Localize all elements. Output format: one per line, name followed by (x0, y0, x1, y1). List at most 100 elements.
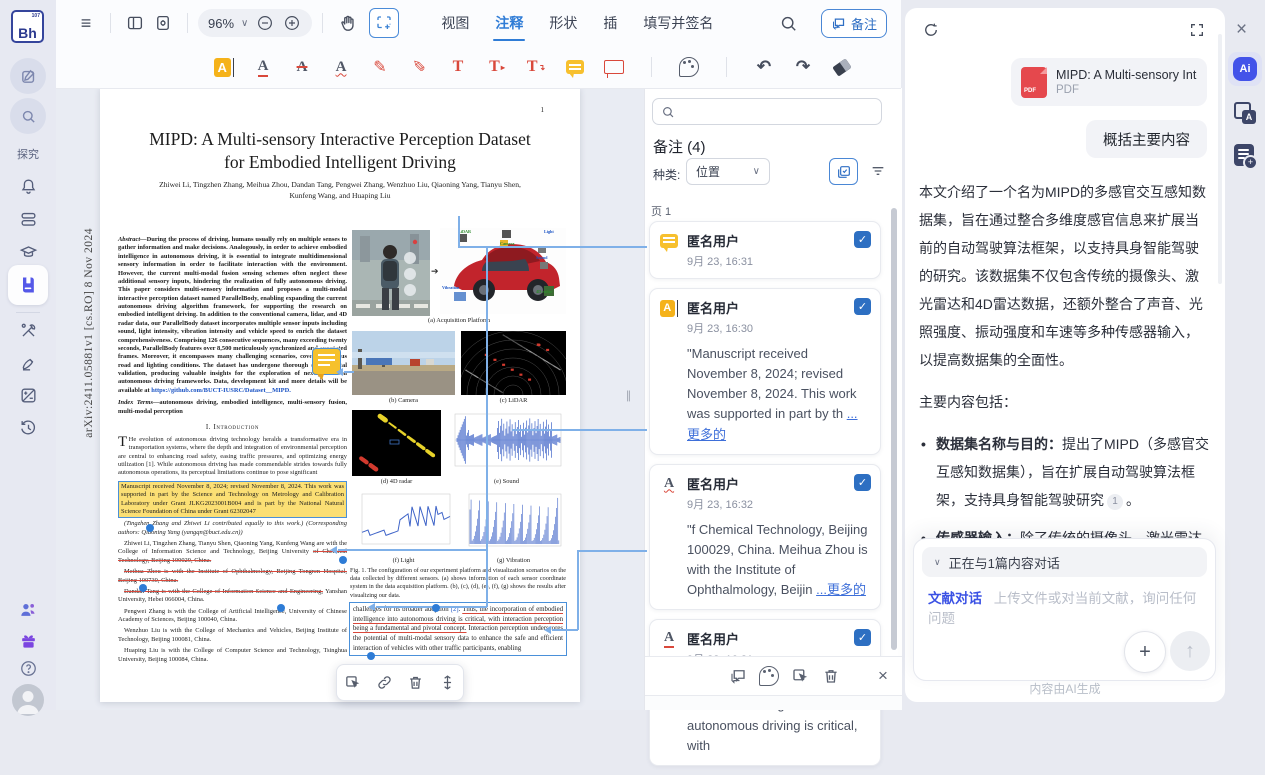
ai-assistant-tab[interactable]: Ai (1228, 52, 1262, 86)
tab-形状[interactable]: 形状 (549, 0, 577, 46)
figure-person-image (352, 230, 430, 316)
annotation-card[interactable]: A匿名用户9月 23, 16:30"Manuscript received No… (649, 288, 881, 455)
annotation-time: 9月 23, 16:30 (687, 320, 753, 336)
notes-compose-tab[interactable] (1234, 144, 1254, 166)
marquee-select-tool-icon[interactable] (369, 8, 399, 38)
text-box-tool-icon[interactable] (602, 55, 626, 79)
figure-camera-image (352, 331, 455, 395)
zoom-value[interactable]: 96% (208, 16, 234, 31)
trash-icon[interactable] (820, 665, 842, 687)
new-chat-refresh-icon[interactable] (921, 20, 941, 40)
panel-resize-handle[interactable]: ∥ (622, 384, 636, 406)
affiliation-line: Meihua Zhou is with the Institute of Oph… (118, 568, 347, 585)
sticky-note-tool-icon[interactable] (563, 55, 587, 79)
close-icon[interactable]: × (872, 665, 894, 687)
chat-mode-label[interactable]: 文献对话 (928, 591, 982, 606)
comment-icon[interactable] (727, 665, 749, 687)
annotation-search-box[interactable] (652, 98, 882, 125)
zoom-out-button[interactable] (255, 13, 275, 33)
library-books-icon[interactable] (18, 209, 38, 229)
notes-toggle-button[interactable]: 备注 (821, 9, 887, 38)
chevron-down-icon[interactable]: ∨ (241, 18, 248, 29)
color-palette-icon[interactable] (758, 665, 780, 687)
squiggly-tool-icon[interactable]: A (329, 55, 353, 79)
ai-disclaimer: 内容由AI生成 (905, 680, 1225, 697)
tab-视图[interactable]: 视图 (441, 0, 469, 46)
pencil-tool-icon[interactable]: ✎ (368, 55, 392, 79)
search-icon[interactable] (775, 9, 803, 37)
menu-icon[interactable]: ≡ (72, 9, 100, 37)
community-icon[interactable] (18, 600, 38, 620)
expand-icon[interactable] (1187, 20, 1207, 40)
car-sensor-label: Sound (536, 256, 547, 260)
chat-context-bar[interactable]: ∨ 正在与1篇内容对话 (922, 547, 1207, 577)
pdf-viewer[interactable]: arXiv:2411.05881v1 [cs.RO] 8 Nov 2024 1 … (56, 88, 644, 710)
scrollbar-track[interactable] (1218, 34, 1222, 284)
history-clock-icon[interactable] (18, 417, 38, 437)
github-link[interactable]: https://github.com/BUCT-IUSRC/Dataset__M… (151, 387, 291, 394)
reader-tab-active[interactable] (8, 265, 48, 305)
help-icon[interactable] (18, 658, 38, 678)
compose-icon[interactable] (10, 58, 46, 94)
adjust-chart-icon[interactable] (18, 385, 38, 405)
undo-icon[interactable]: ↶ (752, 55, 776, 79)
pdf-page-number: 1 (541, 106, 545, 114)
underlined-annotation-paragraph[interactable]: challenges for its broader adoption [2].… (349, 602, 567, 656)
figure-vibration-chart (461, 490, 566, 556)
move-annotation-icon[interactable] (789, 665, 811, 687)
citation-badge[interactable]: 1 (1107, 494, 1123, 510)
scrollbar-thumb[interactable] (891, 208, 897, 650)
tab-填写并签名[interactable]: 填写并签名 (643, 0, 713, 46)
affiliation-line: Zhiwei Li, Tingzhen Zhang, Tianyu Shen, … (118, 540, 347, 565)
annotation-search-input[interactable] (681, 104, 873, 120)
strikethrough-tool-icon[interactable]: A (290, 55, 314, 79)
highlighted-annotation[interactable]: Manuscript received November 8, 2024; re… (118, 481, 347, 519)
annotation-card[interactable]: A匿名用户9月 23, 16:32"f Chemical Technology,… (649, 464, 881, 611)
multi-select-button[interactable] (829, 158, 858, 185)
type-filter-select[interactable]: 位置∨ (686, 158, 770, 185)
attached-document-chip[interactable]: PDF MIPD: A Multi-sensory Inter... PDF (1011, 58, 1207, 106)
search-circle-icon[interactable] (10, 98, 46, 134)
more-link[interactable]: ...更多的 (816, 582, 866, 597)
filter-icon[interactable] (869, 162, 887, 180)
sidebar-toggle-icon[interactable] (121, 9, 149, 37)
gift-icon[interactable] (18, 630, 38, 650)
fit-height-icon[interactable] (437, 673, 457, 693)
app-logo[interactable]: Bh107 (11, 10, 44, 43)
redo-icon[interactable]: ↷ (791, 55, 815, 79)
eraser-icon[interactable] (830, 55, 854, 79)
paper-left-column: Abstract—During the process of driving, … (118, 236, 347, 667)
annotation-card[interactable]: 匿名用户9月 23, 16:31✓ (649, 221, 881, 279)
text-tool-icon[interactable]: T (446, 55, 470, 79)
typewriter-tool-icon[interactable]: T↴ (524, 55, 548, 79)
notifications-bell-icon[interactable] (18, 176, 38, 196)
figure-label-c: (c) LiDAR (461, 397, 566, 404)
pen-award-icon[interactable] (18, 353, 38, 373)
underline-tool-icon[interactable]: A (251, 55, 275, 79)
annotation-checkbox[interactable]: ✓ (854, 629, 871, 646)
annotation-checkbox[interactable]: ✓ (854, 298, 871, 315)
marker-tool-icon[interactable]: ✐ (407, 55, 431, 79)
zoom-in-button[interactable] (282, 13, 302, 33)
highlight-tool-icon[interactable]: A (212, 55, 236, 79)
text-callout-tool-icon[interactable]: T▸ (485, 55, 509, 79)
graduation-cap-icon[interactable] (18, 242, 38, 262)
close-panel-icon[interactable]: × (1236, 20, 1247, 39)
color-palette-icon[interactable] (677, 55, 701, 79)
translate-tab[interactable]: A (1234, 102, 1256, 124)
link-icon[interactable] (374, 673, 394, 693)
more-link[interactable]: ...更多的 (687, 406, 858, 441)
tab-注释[interactable]: 注释 (495, 0, 523, 46)
move-annotation-icon[interactable] (343, 673, 363, 693)
trash-icon[interactable] (406, 673, 426, 693)
annotation-checkbox[interactable]: ✓ (854, 474, 871, 491)
tools-icon[interactable] (18, 320, 38, 340)
hand-tool-icon[interactable] (333, 9, 361, 37)
attach-plus-button[interactable]: + (1124, 631, 1166, 673)
send-button[interactable]: ↑ (1170, 631, 1210, 671)
tab-插[interactable]: 插 (603, 0, 617, 46)
user-avatar[interactable] (12, 684, 44, 716)
annotation-checkbox[interactable]: ✓ (854, 231, 871, 248)
affiliation-line: Dandan Tang is with the College of Infor… (118, 588, 347, 605)
page-settings-icon[interactable] (149, 9, 177, 37)
